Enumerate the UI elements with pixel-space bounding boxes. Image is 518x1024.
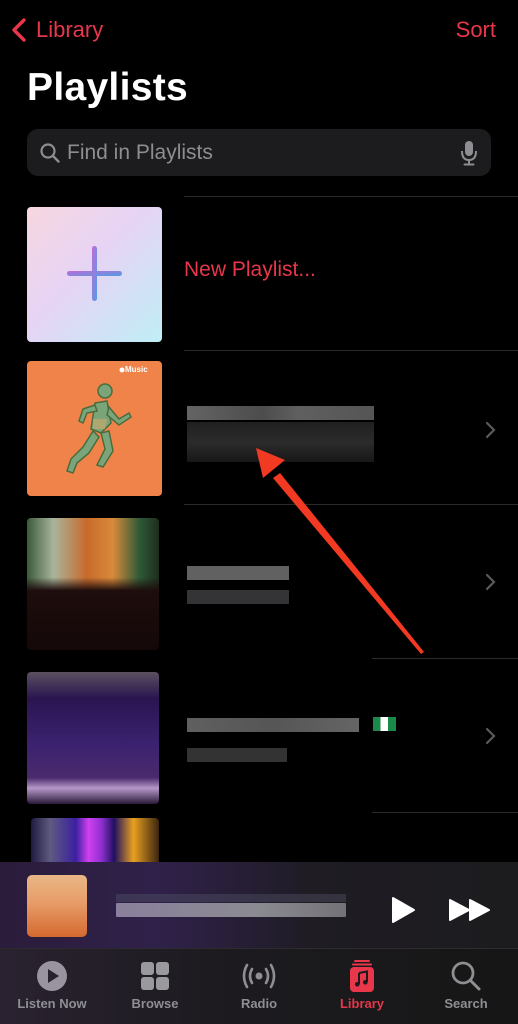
search-icon — [40, 142, 60, 163]
chevron-right-icon — [485, 573, 496, 591]
playlist-artwork — [27, 518, 159, 650]
playlist-row[interactable] — [0, 504, 518, 658]
back-button[interactable]: Library — [8, 14, 103, 46]
plus-icon — [67, 246, 122, 301]
tab-label: Listen Now — [17, 996, 87, 1011]
now-playing-title-redacted — [116, 903, 346, 917]
playlist-row[interactable] — [0, 812, 518, 862]
search-input[interactable] — [67, 140, 459, 165]
page-title: Playlists — [27, 66, 188, 109]
tab-browse[interactable]: Browse — [103, 949, 207, 1024]
play-icon[interactable] — [390, 896, 416, 924]
new-playlist-row[interactable]: New Playlist... — [0, 196, 518, 350]
playlist-subtitle-redacted — [187, 748, 287, 762]
playlist-subtitle-redacted — [187, 422, 374, 462]
chevron-right-icon — [485, 421, 496, 439]
listen-now-icon — [37, 961, 67, 991]
chevron-left-icon — [12, 18, 26, 42]
microphone-icon[interactable] — [459, 139, 479, 167]
playlist-subtitle-redacted — [187, 590, 289, 604]
playlist-title-redacted — [187, 566, 289, 580]
apple-music-badge: Music — [125, 365, 148, 374]
playlist-title-redacted — [187, 406, 374, 420]
search-icon — [451, 961, 481, 991]
apple-logo-icon — [119, 367, 125, 373]
back-button-label: Library — [36, 17, 104, 42]
tab-library[interactable]: Library — [310, 949, 414, 1024]
playlist-title-redacted — [187, 718, 359, 732]
running-figure-artwork: Music — [66, 365, 148, 474]
nigeria-flag-icon — [373, 717, 396, 731]
library-music-icon — [350, 960, 374, 992]
tab-label: Search — [444, 996, 488, 1011]
playlist-row[interactable] — [0, 658, 518, 812]
tab-label: Browse — [131, 996, 179, 1011]
now-playing-artist-redacted — [116, 894, 346, 902]
tab-listen-now[interactable]: Listen Now — [0, 949, 104, 1024]
playlist-artwork — [31, 818, 159, 862]
chevron-right-icon — [485, 727, 496, 745]
tab-label: Library — [339, 996, 385, 1011]
search-bar[interactable] — [27, 129, 491, 176]
now-playing-artwork — [27, 875, 87, 937]
new-playlist-artwork — [27, 207, 162, 342]
tab-bar: Listen Now Browse Radio Library Search — [0, 948, 518, 1024]
radio-broadcast-icon — [242, 963, 276, 989]
tab-radio[interactable]: Radio — [207, 949, 311, 1024]
tab-label: Radio — [240, 996, 278, 1011]
mini-player[interactable] — [0, 862, 518, 948]
playlist-artwork — [27, 672, 159, 804]
playlist-row[interactable]: Music — [0, 350, 518, 504]
sort-button[interactable]: Sort — [456, 14, 496, 46]
browse-grid-icon — [141, 962, 169, 990]
tab-search[interactable]: Search — [414, 949, 518, 1024]
fast-forward-icon[interactable] — [448, 898, 492, 922]
new-playlist-label[interactable]: New Playlist... — [184, 258, 316, 282]
playlist-artwork: Music — [27, 361, 162, 496]
